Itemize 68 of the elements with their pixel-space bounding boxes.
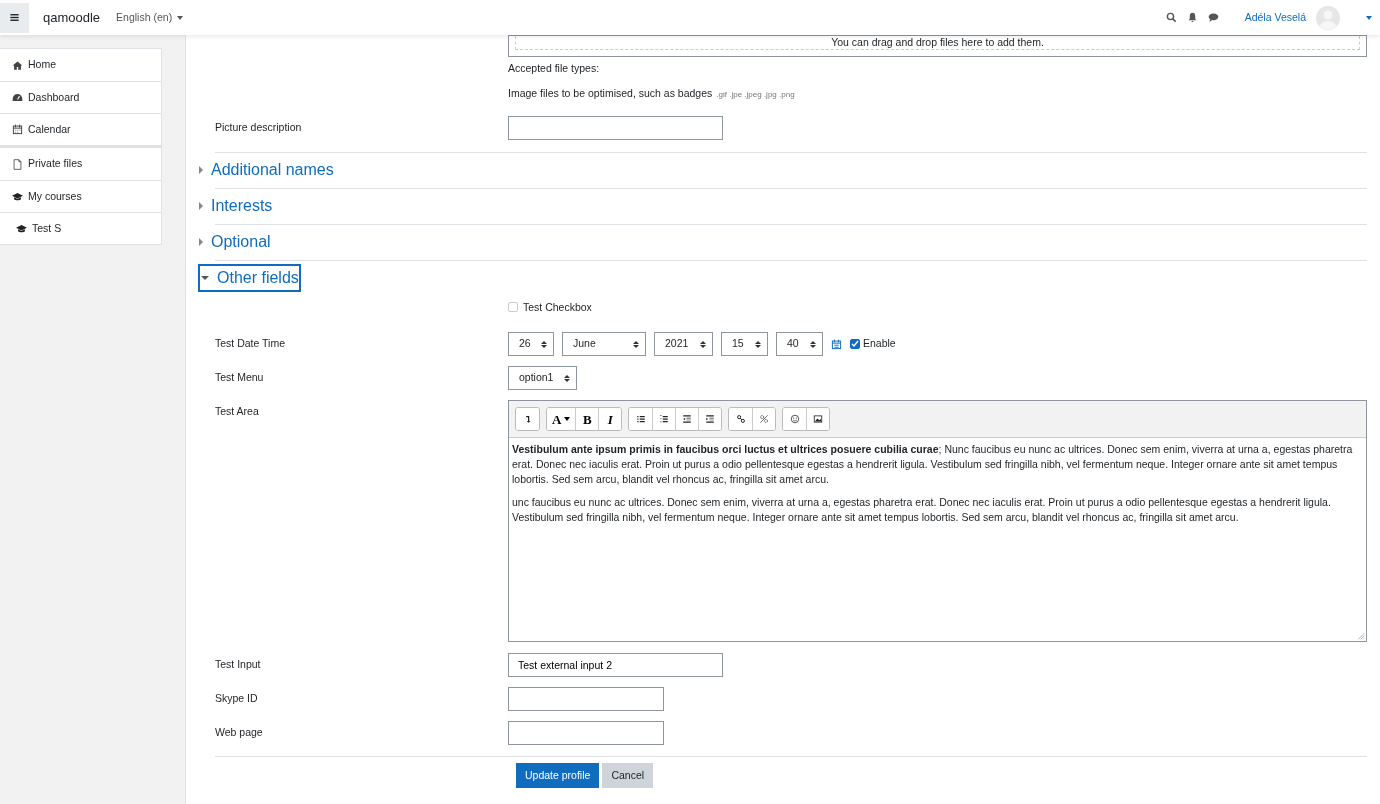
site-name[interactable]: qamoodle — [43, 7, 101, 28]
graduation-cap-icon — [12, 191, 23, 202]
update-profile-button[interactable]: Update profile — [516, 763, 600, 789]
sidebar-item[interactable]: Home — [0, 49, 161, 81]
field-label: Test Menu — [215, 370, 265, 386]
indent-icon — [705, 414, 716, 425]
menu-icon — [9, 12, 20, 23]
language-menu[interactable]: English (en) — [116, 9, 184, 26]
file-dropzone[interactable]: You can drag and drop files here to add them. — [508, 35, 1367, 57]
bell-icon — [1186, 12, 1198, 23]
outdent-icon — [682, 414, 693, 425]
text-field[interactable] — [508, 687, 664, 712]
file-icon — [12, 158, 23, 170]
dropzone-text: You can drag and drop files here to add them. — [831, 36, 1044, 48]
section-toggle[interactable]: Additional names — [198, 156, 336, 184]
cancel-button[interactable]: Cancel — [602, 763, 654, 789]
image-icon — [813, 414, 824, 425]
resize-handle-icon — [1355, 630, 1365, 641]
caret-icon[interactable] — [1366, 15, 1372, 20]
user-name[interactable]: Adéla Veselá — [1244, 9, 1306, 26]
dropdown[interactable]: 40 — [776, 332, 823, 357]
checkbox-label: Enable — [863, 336, 896, 352]
file-types-description: Image files to be optimised, such as badges — [508, 86, 713, 99]
dropdown[interactable]: 2021 — [654, 332, 713, 357]
field-label: Picture description — [215, 119, 303, 135]
dashboard-icon — [12, 92, 23, 103]
field-label: Test Input — [215, 657, 262, 673]
section-toggle[interactable]: Optional — [198, 228, 273, 256]
file-extensions: .gif .jpe .jpeg .jpg .png — [716, 89, 795, 99]
text-field[interactable] — [508, 721, 664, 746]
accepted-types-label: Accepted file types: — [508, 61, 601, 76]
field-label: Test Date Time — [215, 336, 287, 352]
field-label: Web page — [215, 725, 264, 741]
menu-button[interactable] — [0, 2, 29, 33]
calendar-icon — [12, 124, 23, 135]
section-toggle[interactable]: Interests — [198, 192, 275, 220]
text-field[interactable] — [508, 115, 723, 140]
paragraph: unc faucibus eu nunc ac ultrices. Donec sem enim, viverra at urna a, egestas pharetra erat. Donec nec iaculis erat. Proin ut purus a odio pellentesque egestas a hendrerit ligula. Vestibulum sed fringilla nibh, vel fermentum neque. Integer ornare ante sit amet tempus lobortis. Sed sem arcu, blandit vel rhoncus ac, fringilla sit amet arcu. — [512, 495, 1332, 526]
field-label: Skype ID — [215, 691, 259, 707]
unlink-button[interactable] — [752, 408, 776, 431]
numbered-list-icon — [659, 414, 670, 425]
unlink-icon — [759, 414, 770, 425]
calendar-icon[interactable] — [831, 338, 842, 350]
dropdown[interactable]: June — [562, 332, 646, 357]
checkbox-label: Test Checkbox — [523, 299, 592, 315]
sidebar-item[interactable]: Test S — [0, 212, 161, 244]
indent-button[interactable] — [698, 408, 722, 431]
sidebar-item[interactable]: Dashboard — [0, 81, 161, 113]
smiley-icon — [789, 414, 800, 425]
field-label: Test Area — [215, 404, 260, 420]
sidebar-item[interactable]: Calendar — [0, 113, 161, 145]
sidebar-item[interactable]: My courses — [0, 180, 161, 212]
graduation-cap-icon — [16, 223, 27, 234]
chat-icon — [1207, 12, 1219, 23]
sidebar-item[interactable]: Private files — [0, 148, 161, 180]
image-button[interactable] — [806, 408, 830, 431]
dropdown[interactable]: option1 — [508, 366, 577, 391]
text-field[interactable]: Test external input 2 — [508, 653, 723, 678]
paragraph: Vestibulum ante ipsum primis in faucibus orci luctus et ultrices posuere cubilia curae; Nunc faucibus eu nunc ac ultrices. Donec sem enim, viverra at urna a, egestas pharetra erat. Donec nec iaculis erat. Proin ut purus a odio pellentesque egestas a hendrerit ligula. Vestibulum sed fringilla nibh, vel fermentum neque. Integer ornare ante sit amet tempus lobortis. Sed sem arcu, blandit vel rhoncus ac, fringilla sit amet arcu. — [512, 442, 1354, 488]
link-icon — [735, 414, 746, 425]
bullet-list-icon — [635, 414, 646, 425]
dropdown[interactable]: 15 — [721, 332, 768, 357]
dropdown[interactable]: 26 — [508, 332, 554, 357]
search-icon — [1165, 12, 1177, 23]
format-button[interactable]: I — [598, 408, 622, 431]
checkbox[interactable] — [850, 339, 860, 350]
section-toggle[interactable]: Other fields — [198, 264, 301, 292]
home-icon — [12, 59, 23, 71]
